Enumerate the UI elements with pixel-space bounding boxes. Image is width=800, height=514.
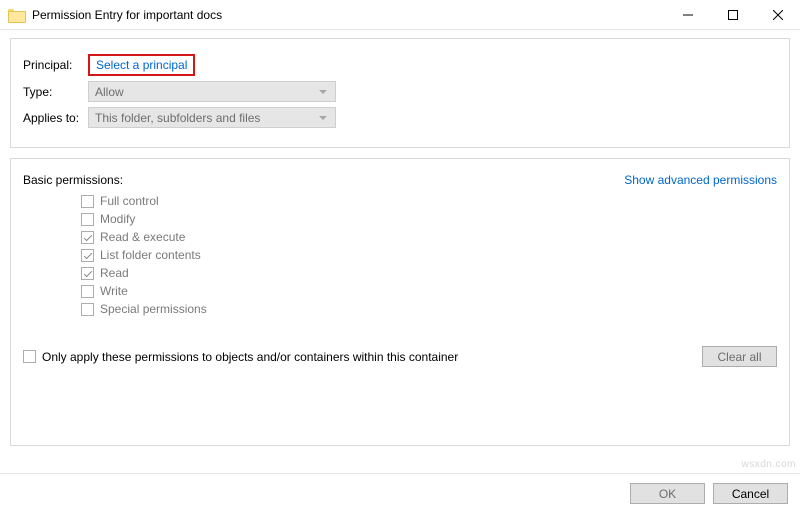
permission-checkbox[interactable] [81, 249, 94, 262]
permission-checkbox[interactable] [81, 303, 94, 316]
show-advanced-link[interactable]: Show advanced permissions [624, 173, 777, 187]
only-apply-label: Only apply these permissions to objects … [42, 350, 458, 364]
cancel-button[interactable]: Cancel [713, 483, 788, 504]
permission-item: Special permissions [81, 301, 777, 318]
clear-all-button[interactable]: Clear all [702, 346, 777, 367]
only-apply-checkbox[interactable] [23, 350, 36, 363]
permission-label: List folder contents [100, 247, 201, 264]
ok-button[interactable]: OK [630, 483, 705, 504]
permission-item: Read [81, 265, 777, 282]
permission-label: Read [100, 265, 129, 282]
type-dropdown[interactable]: Allow [88, 81, 336, 102]
type-value: Allow [95, 85, 124, 99]
permission-item: Modify [81, 211, 777, 228]
titlebar: Permission Entry for important docs [0, 0, 800, 30]
permission-label: Full control [100, 193, 159, 210]
watermark: wsxdn.com [741, 459, 796, 470]
folder-icon [8, 9, 24, 21]
principal-panel: Principal: Select a principal Type: Allo… [10, 38, 790, 148]
permission-label: Modify [100, 211, 135, 228]
close-button[interactable] [755, 0, 800, 30]
permission-item: Full control [81, 193, 777, 210]
type-label: Type: [23, 85, 88, 99]
permission-checkbox[interactable] [81, 213, 94, 226]
permission-item: List folder contents [81, 247, 777, 264]
permissions-panel: Basic permissions: Show advanced permiss… [10, 158, 790, 446]
permission-item: Write [81, 283, 777, 300]
permission-label: Write [100, 283, 128, 300]
applies-to-value: This folder, subfolders and files [95, 111, 260, 125]
permission-checkbox[interactable] [81, 231, 94, 244]
permission-item: Read & execute [81, 229, 777, 246]
permission-label: Special permissions [100, 301, 207, 318]
permission-checkbox[interactable] [81, 285, 94, 298]
applies-to-dropdown[interactable]: This folder, subfolders and files [88, 107, 336, 128]
select-principal-link[interactable]: Select a principal [88, 54, 195, 76]
footer-divider [0, 473, 800, 474]
permission-checkbox[interactable] [81, 267, 94, 280]
permission-label: Read & execute [100, 229, 185, 246]
principal-label: Principal: [23, 58, 88, 72]
maximize-button[interactable] [710, 0, 755, 30]
basic-permissions-header: Basic permissions: [23, 173, 123, 187]
permission-checkbox[interactable] [81, 195, 94, 208]
window-title: Permission Entry for important docs [32, 8, 665, 22]
applies-to-label: Applies to: [23, 111, 88, 125]
permissions-list: Full controlModifyRead & executeList fol… [81, 193, 777, 318]
minimize-button[interactable] [665, 0, 710, 30]
